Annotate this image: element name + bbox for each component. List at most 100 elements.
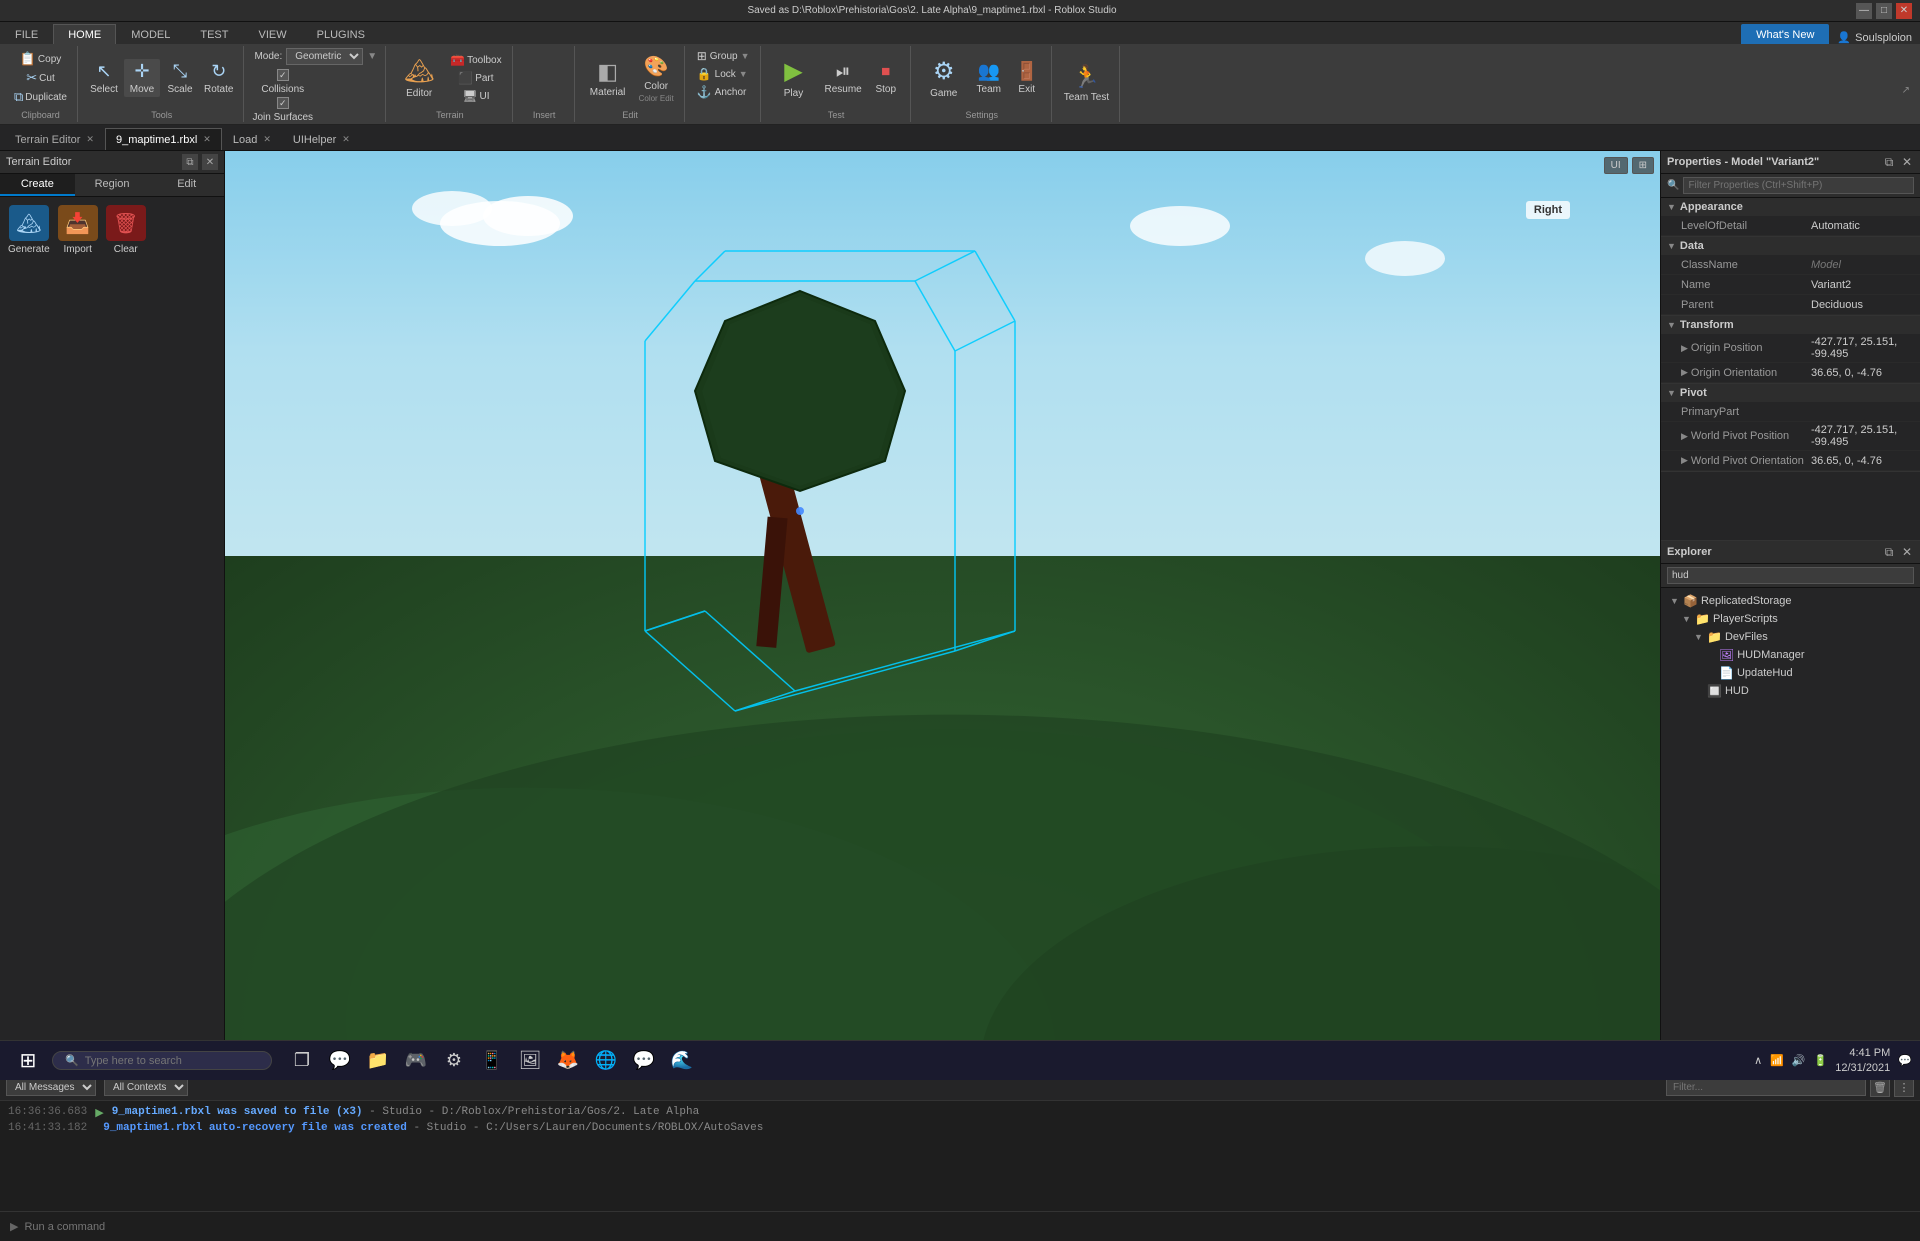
- terrain-editor-button[interactable]: 🏔 Editor: [394, 55, 444, 101]
- taskbar-search-input[interactable]: [85, 1055, 245, 1067]
- data-section-header[interactable]: ▼ Data: [1661, 237, 1920, 255]
- tab-model[interactable]: MODEL: [116, 24, 185, 44]
- output-filter-trash[interactable]: 🗑: [1870, 1077, 1890, 1097]
- terrain-editor-panel: Terrain Editor ⧉ ✕ Create Region Edit 🏔 …: [0, 151, 225, 1051]
- tab-file[interactable]: FILE: [0, 24, 53, 44]
- properties-expand[interactable]: ⧉: [1882, 155, 1896, 169]
- taskbar-icon-file-explorer[interactable]: 📁: [360, 1043, 396, 1079]
- taskbar-icon-chat[interactable]: 💬: [322, 1043, 358, 1079]
- move-button[interactable]: ✛ Move: [124, 59, 160, 97]
- join-surfaces-checkbox-row[interactable]: ✓ Join Surfaces: [252, 97, 313, 123]
- explorer-search-input[interactable]: [1667, 567, 1914, 584]
- terrain-tab-region[interactable]: Region: [75, 174, 150, 196]
- command-input[interactable]: [18, 1221, 1910, 1233]
- tab-test[interactable]: TEST: [185, 24, 243, 44]
- doc-tab-load-close[interactable]: ✕: [263, 134, 271, 145]
- play-button[interactable]: ▶ Play: [769, 55, 819, 101]
- team-test-button[interactable]: 🏃 Team Test: [1060, 62, 1113, 105]
- close-button[interactable]: ✕: [1896, 3, 1912, 19]
- tree-item-replicated-storage[interactable]: ▼ 📦 ReplicatedStorage: [1661, 592, 1920, 610]
- anchor-button[interactable]: ⚓ Anchor: [693, 84, 751, 100]
- import-tool[interactable]: 📥 Import: [58, 205, 98, 255]
- game-settings-button[interactable]: ⚙ Game: [919, 55, 969, 101]
- all-messages-dropdown[interactable]: All Messages: [6, 1079, 96, 1096]
- stop-button[interactable]: ⏹ Stop: [868, 59, 904, 97]
- lock-button[interactable]: 🔒 Lock ▼: [693, 66, 752, 82]
- group-button[interactable]: ⊞ Group ▼: [693, 48, 754, 64]
- tree-svg: [525, 231, 1075, 731]
- color-button[interactable]: 🎨 Color Color Edit: [635, 52, 678, 105]
- toolbox-button[interactable]: 🧰 Toolbox: [446, 52, 505, 68]
- viewport[interactable]: Right UI ⊞: [225, 151, 1660, 1051]
- start-button[interactable]: ⊞: [8, 1043, 48, 1079]
- clear-tool[interactable]: 🗑 Clear: [106, 205, 146, 255]
- taskbar-icon-edge[interactable]: 🌊: [664, 1043, 700, 1079]
- tab-plugins[interactable]: PLUGINS: [302, 24, 380, 44]
- doc-tab-main-close[interactable]: ✕: [203, 134, 211, 145]
- tree-item-hud[interactable]: 🔲 HUD: [1661, 682, 1920, 700]
- minimize-button[interactable]: —: [1856, 3, 1872, 19]
- duplicate-button[interactable]: ⧉ Duplicate: [10, 88, 71, 106]
- taskbar-icon-firefox[interactable]: 🦊: [550, 1043, 586, 1079]
- terrain-tab-edit[interactable]: Edit: [149, 174, 224, 196]
- part-button[interactable]: ⬛ Part: [446, 70, 505, 86]
- explorer-header: Explorer ⧉ ✕: [1661, 541, 1920, 564]
- taskbar-expand-icon[interactable]: ∧: [1754, 1054, 1762, 1067]
- maximize-button[interactable]: □: [1876, 3, 1892, 19]
- viewport-expand-button[interactable]: ⊞: [1632, 157, 1654, 174]
- taskbar-icon-discord[interactable]: 💬: [626, 1043, 662, 1079]
- exit-game-button[interactable]: 🚪 Exit: [1009, 59, 1045, 97]
- pivot-section-header[interactable]: ▼ Pivot: [1661, 384, 1920, 402]
- taskbar-icon-settings[interactable]: ⚙: [436, 1043, 472, 1079]
- taskbar-icon-task-view[interactable]: ❐: [284, 1043, 320, 1079]
- properties-close[interactable]: ✕: [1900, 155, 1914, 169]
- terrain-panel-close[interactable]: ✕: [202, 154, 218, 170]
- tab-view[interactable]: VIEW: [243, 24, 301, 44]
- doc-tab-uihelper-close[interactable]: ✕: [342, 134, 350, 145]
- terrain-panel-expand[interactable]: ⧉: [182, 154, 198, 170]
- tab-home[interactable]: HOME: [53, 24, 116, 44]
- copy-button[interactable]: 📋 Copy: [10, 50, 71, 68]
- collisions-checkbox[interactable]: ✓: [277, 69, 289, 81]
- whats-new-button[interactable]: What's New: [1741, 24, 1829, 44]
- doc-tab-main[interactable]: 9_maptime1.rbxl ✕: [105, 128, 222, 150]
- mode-dropdown[interactable]: Geometric: [286, 48, 363, 65]
- all-contexts-dropdown[interactable]: All Contexts: [104, 1079, 188, 1096]
- tree-item-player-scripts[interactable]: ▼ 📁 PlayerScripts: [1661, 610, 1920, 628]
- terrain-editor-close[interactable]: ✕: [86, 134, 94, 145]
- tree-item-update-hud[interactable]: 📄 UpdateHud: [1661, 664, 1920, 682]
- output-filter-input[interactable]: [1666, 1079, 1866, 1096]
- cut-button[interactable]: ✂ Cut: [10, 69, 71, 87]
- tree-item-hud-manager[interactable]: 🖼 HUDManager: [1661, 646, 1920, 664]
- output-filter-more[interactable]: ⋮: [1894, 1077, 1914, 1097]
- resume-button[interactable]: ⏯ Resume: [821, 59, 866, 97]
- doc-tab-uihelper[interactable]: UIHelper ✕: [282, 128, 361, 150]
- material-button[interactable]: ◧ Material: [583, 57, 633, 100]
- tree-item-dev-files[interactable]: ▼ 📁 DevFiles: [1661, 628, 1920, 646]
- explorer-expand[interactable]: ⧉: [1882, 545, 1896, 559]
- doc-tab-load[interactable]: Load ✕: [222, 128, 282, 150]
- terrain-tab-create[interactable]: Create: [0, 174, 75, 196]
- appearance-section-header[interactable]: ▼ Appearance: [1661, 198, 1920, 216]
- taskbar-icon-photos[interactable]: 🖼: [512, 1043, 548, 1079]
- generate-tool[interactable]: 🏔 Generate: [8, 205, 50, 255]
- taskbar-notification-icon[interactable]: 💬: [1898, 1054, 1912, 1067]
- taskbar-icon-roblox[interactable]: 🎮: [398, 1043, 434, 1079]
- team-create-button[interactable]: 👥 Team: [971, 59, 1007, 97]
- taskbar-icon-store[interactable]: 📱: [474, 1043, 510, 1079]
- scale-button[interactable]: ⤡ Scale: [162, 59, 198, 97]
- ui-button[interactable]: 🖥 UI: [446, 88, 505, 104]
- properties-filter-input[interactable]: [1683, 177, 1914, 194]
- ui-toggle-button[interactable]: UI: [1604, 157, 1628, 174]
- edit-expand-arrow[interactable]: ↗: [1902, 85, 1910, 96]
- taskbar-time[interactable]: 4:41 PM 12/31/2021: [1835, 1046, 1890, 1075]
- rotate-button[interactable]: ↻ Rotate: [200, 59, 237, 97]
- taskbar-icon-chrome[interactable]: 🌐: [588, 1043, 624, 1079]
- taskbar-search-bar[interactable]: 🔍: [52, 1051, 272, 1070]
- transform-section-header[interactable]: ▼ Transform: [1661, 316, 1920, 334]
- explorer-close[interactable]: ✕: [1900, 545, 1914, 559]
- join-surfaces-checkbox[interactable]: ✓: [277, 97, 289, 109]
- collisions-checkbox-row[interactable]: ✓ Collisions: [252, 69, 313, 95]
- terrain-editor-tab[interactable]: Terrain Editor ✕: [4, 128, 105, 150]
- select-button[interactable]: ↖ Select: [86, 59, 122, 97]
